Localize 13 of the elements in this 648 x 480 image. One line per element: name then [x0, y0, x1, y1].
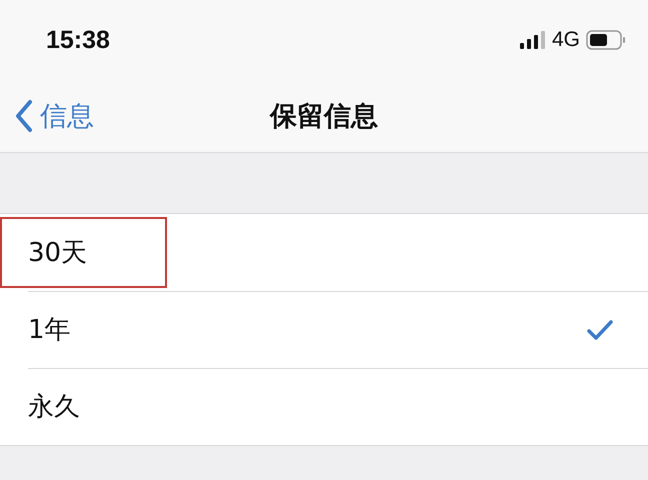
page-title: 保留信息: [270, 100, 378, 134]
signal-icon: [520, 31, 546, 49]
battery-icon: [586, 30, 626, 50]
option-label: 永久: [27, 391, 81, 424]
back-button[interactable]: 信息: [0, 98, 94, 134]
option-row[interactable]: 30天: [0, 214, 648, 291]
chevron-left-icon: [14, 99, 34, 133]
option-row[interactable]: 永久: [0, 368, 648, 445]
option-row[interactable]: 1年: [0, 291, 648, 368]
option-label: 30天: [0, 217, 167, 288]
network-label: 4G: [552, 28, 580, 52]
option-label: 1年: [27, 314, 72, 347]
status-time: 15:38: [46, 26, 110, 54]
